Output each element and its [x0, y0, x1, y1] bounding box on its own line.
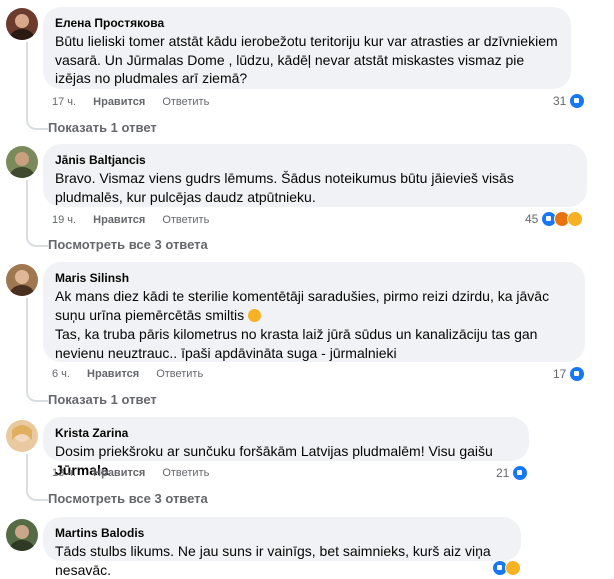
reaction-summary[interactable]: 31 — [553, 93, 586, 109]
avatar[interactable] — [6, 420, 38, 452]
reaction-count: 31 — [553, 94, 567, 108]
rofl-emoji-icon — [247, 308, 261, 322]
thread-line — [26, 454, 48, 501]
reaction-count: 45 — [525, 212, 539, 226]
show-replies-link[interactable]: Посмотреть все 3 ответа — [48, 237, 208, 253]
comment-author[interactable]: Krista Zarina — [55, 425, 517, 441]
comment-author[interactable]: Елена Простякова — [55, 15, 559, 31]
reaction-summary[interactable]: 21 — [496, 465, 529, 481]
like-reaction-icon — [512, 465, 529, 481]
like-reaction-icon — [569, 93, 586, 109]
like-reaction-icon — [569, 366, 586, 382]
comment-author[interactable]: Jānis Baltjancis — [55, 152, 575, 168]
comment-text: Tāds stulbs likums. Ne jau suns ir vainī… — [55, 543, 491, 578]
reaction-summary[interactable]: 45 — [525, 211, 584, 227]
show-replies-link[interactable]: Показать 1 ответ — [48, 392, 157, 408]
reaction-count: 21 — [496, 466, 510, 480]
comment-actions: 17 ч. Нравится Ответить — [52, 95, 223, 109]
comment-text: Ak mans diez kādi te sterilie komentētāj… — [55, 287, 573, 324]
haha-reaction-icon — [567, 211, 584, 227]
reply-button[interactable]: Ответить — [162, 96, 209, 108]
comment-text-line: Ak mans diez kādi te sterilie komentētāj… — [55, 288, 550, 323]
comment-bubble: Krista Zarina Dosim priekšroku ar sunčuk… — [43, 417, 529, 478]
avatar[interactable] — [6, 264, 38, 296]
like-button[interactable]: Нравится — [93, 214, 145, 226]
reaction-count: 17 — [553, 367, 567, 381]
reaction-summary[interactable]: 17 — [553, 366, 586, 382]
reply-button[interactable]: Ответить — [162, 467, 209, 479]
haha-reaction-icon — [505, 560, 521, 576]
comment-timestamp[interactable]: 17 ч. — [52, 96, 76, 108]
comment-timestamp[interactable]: 6 ч. — [52, 368, 70, 380]
comment-bubble: Maris Silinsh Ak mans diez kādi te steri… — [43, 262, 585, 362]
comment-bubble: Елена Простякова Būtu lieliski tomer ats… — [43, 7, 571, 89]
like-button[interactable]: Нравится — [93, 467, 145, 479]
comment-timestamp[interactable]: 13 ч. — [52, 467, 76, 479]
show-replies-link[interactable]: Посмотреть все 3 ответа — [48, 491, 208, 507]
comment-actions: 13 ч. Нравится Ответить — [52, 466, 223, 480]
thread-line — [26, 180, 48, 247]
avatar[interactable] — [6, 519, 38, 551]
thread-line — [26, 42, 48, 130]
comment-author[interactable]: Maris Silinsh — [55, 270, 573, 286]
comment-text: Būtu lieliski tomer atstāt kādu ierobežo… — [55, 33, 558, 86]
like-button[interactable]: Нравится — [87, 368, 139, 380]
comment-text-body: Dosim priekšroku ar sunčuku foršākām Lat… — [55, 443, 493, 459]
comment-text: Tas, ka truba pāris kilometrus no krasta… — [55, 326, 538, 361]
reply-button[interactable]: Ответить — [156, 368, 203, 380]
comment-timestamp[interactable]: 19 ч. — [52, 214, 76, 226]
avatar[interactable] — [6, 8, 38, 40]
reply-button[interactable]: Ответить — [162, 214, 209, 226]
show-replies-link[interactable]: Показать 1 ответ — [48, 120, 157, 136]
comment-author[interactable]: Martins Balodis — [55, 525, 509, 541]
reaction-summary[interactable] — [489, 560, 521, 576]
comment-actions: 19 ч. Нравится Ответить — [52, 213, 223, 227]
comment-bubble: Martins Balodis Tāds stulbs likums. Ne j… — [43, 517, 521, 578]
comment-actions: 6 ч. Нравится Ответить — [52, 367, 217, 381]
thread-line — [26, 298, 48, 402]
comment-text: Bravo. Vismaz viens gudrs lēmums. Šādus … — [55, 170, 514, 205]
like-button[interactable]: Нравится — [93, 96, 145, 108]
comment-bubble: Jānis Baltjancis Bravo. Vismaz viens gud… — [43, 144, 587, 207]
avatar[interactable] — [6, 146, 38, 178]
